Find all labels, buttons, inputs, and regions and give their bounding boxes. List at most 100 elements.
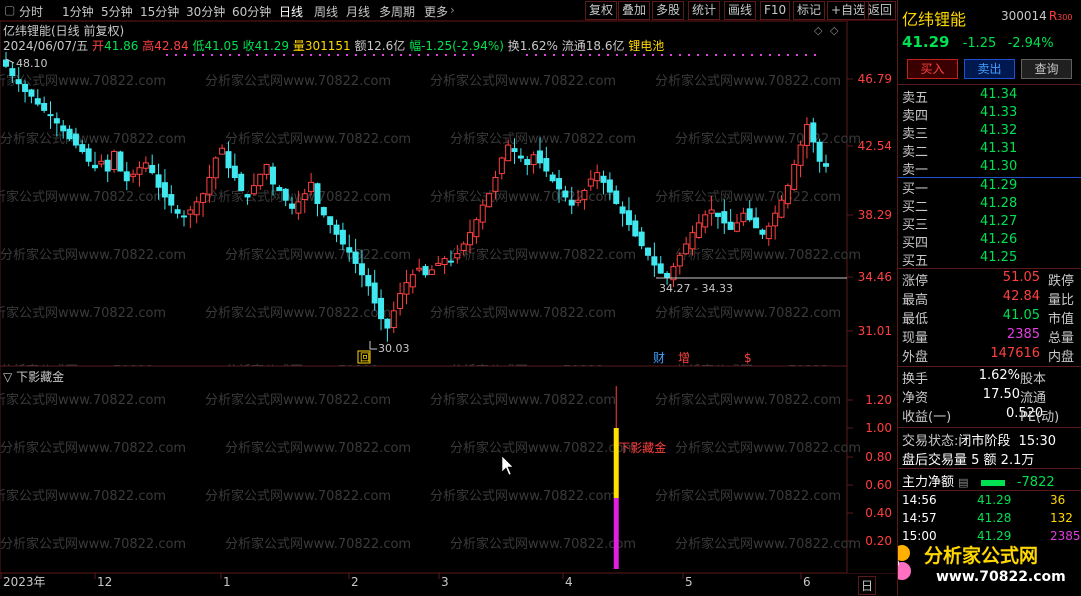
candle-body[interactable]: [600, 175, 607, 183]
sell-button[interactable]: 卖出: [964, 59, 1015, 79]
ask-row[interactable]: 卖一 41.30: [902, 159, 1017, 178]
candle-body[interactable]: [60, 125, 67, 132]
candle-body[interactable]: [664, 272, 671, 279]
candle-body[interactable]: [581, 189, 588, 200]
candle-body[interactable]: [269, 166, 276, 185]
bid-row[interactable]: 买二 41.28: [902, 196, 1017, 215]
candle-body[interactable]: [816, 141, 823, 162]
candle-body[interactable]: [142, 162, 149, 169]
candle-body[interactable]: [136, 167, 143, 175]
overlay-button[interactable]: 叠加: [618, 1, 651, 20]
candle-body[interactable]: [568, 199, 575, 206]
candle-body[interactable]: [613, 190, 620, 204]
candle-body[interactable]: [517, 155, 524, 159]
candle-body[interactable]: [320, 207, 327, 216]
candle-body[interactable]: [746, 208, 753, 221]
candle-body[interactable]: [384, 318, 391, 329]
candle-body[interactable]: [676, 254, 683, 267]
candle-body[interactable]: [333, 224, 340, 235]
diamond-icon[interactable]: ◇: [814, 24, 822, 37]
indicator-name[interactable]: 下影藏金: [16, 370, 64, 384]
candle-body[interactable]: [289, 203, 296, 209]
candle-body[interactable]: [524, 159, 531, 166]
candle-body[interactable]: [765, 225, 772, 240]
candle-body[interactable]: [79, 144, 86, 153]
candle-body[interactable]: [695, 222, 702, 238]
candle-body[interactable]: [155, 174, 162, 188]
candle-body[interactable]: [263, 164, 270, 175]
candle-body[interactable]: [759, 229, 766, 235]
candle-body[interactable]: [632, 220, 639, 237]
candle-body[interactable]: [117, 151, 124, 172]
draw-button[interactable]: 画线: [724, 1, 757, 20]
bid-row[interactable]: 买三 41.27: [902, 214, 1017, 233]
fuquan-button[interactable]: 复权: [585, 1, 618, 20]
candle-body[interactable]: [15, 79, 22, 85]
candle-body[interactable]: [149, 164, 156, 174]
candle-body[interactable]: [3, 59, 9, 67]
candle-body[interactable]: [339, 229, 346, 245]
candle-body[interactable]: [206, 176, 213, 195]
query-button[interactable]: 查询: [1021, 59, 1072, 79]
candle-body[interactable]: [123, 171, 130, 182]
bid-row[interactable]: 买一 41.29: [902, 178, 1017, 197]
candle-body[interactable]: [244, 194, 251, 198]
candle-body[interactable]: [41, 102, 48, 111]
candle-body[interactable]: [346, 247, 353, 253]
tab-30min[interactable]: 30分钟: [186, 3, 225, 20]
candle-body[interactable]: [486, 193, 493, 208]
bid-row[interactable]: 买四 41.26: [902, 232, 1017, 251]
candle-body[interactable]: [212, 157, 219, 179]
kline-chart-panel[interactable]: 46.79 42.54 38.29 34.46 31.01 分析家公式网www.7082…: [0, 21, 897, 366]
menu-icon[interactable]: ▢: [4, 3, 15, 17]
candle-body[interactable]: [536, 150, 543, 164]
axis-unit-button[interactable]: 日: [858, 576, 877, 595]
candle-body[interactable]: [689, 232, 696, 250]
tab-fenshi[interactable]: 分时: [19, 3, 43, 20]
signal-bar-upper[interactable]: [613, 428, 619, 498]
candle-body[interactable]: [823, 163, 829, 167]
candle-body[interactable]: [231, 165, 238, 178]
candle-body[interactable]: [492, 176, 499, 192]
candle-body[interactable]: [200, 193, 207, 203]
candle-body[interactable]: [314, 183, 321, 204]
candle-body[interactable]: [276, 187, 283, 191]
candle-body[interactable]: [740, 212, 747, 223]
candle-body[interactable]: [473, 219, 480, 238]
candle-body[interactable]: [390, 310, 397, 329]
candle-body[interactable]: [91, 164, 98, 169]
signal-bar-lower[interactable]: [613, 498, 619, 569]
candle-body[interactable]: [327, 216, 334, 226]
candle-body[interactable]: [651, 256, 658, 266]
candle-body[interactable]: [530, 154, 537, 166]
kline-chart[interactable]: 46.79 42.54 38.29 34.46 31.01 分析家公式网www.7082…: [0, 21, 897, 366]
candle-body[interactable]: [657, 263, 664, 274]
ask-row[interactable]: 卖三 41.32: [902, 123, 1017, 142]
chevron-down-icon[interactable]: ▽: [3, 370, 12, 384]
candle-body[interactable]: [308, 181, 315, 193]
ask-row[interactable]: 卖二 41.31: [902, 141, 1017, 160]
multi-stock-button[interactable]: 多股: [652, 1, 685, 20]
candle-body[interactable]: [753, 217, 760, 229]
candle-body[interactable]: [47, 114, 54, 117]
candle-body[interactable]: [683, 243, 690, 255]
candle-body[interactable]: [511, 148, 518, 153]
candle-body[interactable]: [479, 204, 486, 223]
candle-body[interactable]: [378, 297, 385, 320]
tab-weekly[interactable]: 周线: [314, 3, 338, 20]
candle-body[interactable]: [638, 231, 645, 247]
candle-body[interactable]: [447, 260, 454, 263]
candle-body[interactable]: [562, 190, 569, 198]
indicator-chart[interactable]: 1.20 1.00 0.80 0.60 0.40 0.20 分析家公式网www.70822…: [0, 366, 897, 573]
candle-body[interactable]: [34, 98, 41, 105]
candle-body[interactable]: [53, 118, 60, 124]
candle-body[interactable]: [22, 83, 29, 92]
event-marker-increase[interactable]: 增: [678, 351, 690, 365]
candle-body[interactable]: [365, 275, 372, 287]
candle-body[interactable]: [549, 174, 556, 182]
candle-body[interactable]: [66, 128, 73, 140]
indicator-panel[interactable]: 1.20 1.00 0.80 0.60 0.40 0.20 分析家公式网www.70822…: [0, 366, 897, 573]
candle-body[interactable]: [257, 173, 264, 187]
candle-body[interactable]: [606, 179, 613, 193]
candle-body[interactable]: [403, 282, 410, 295]
